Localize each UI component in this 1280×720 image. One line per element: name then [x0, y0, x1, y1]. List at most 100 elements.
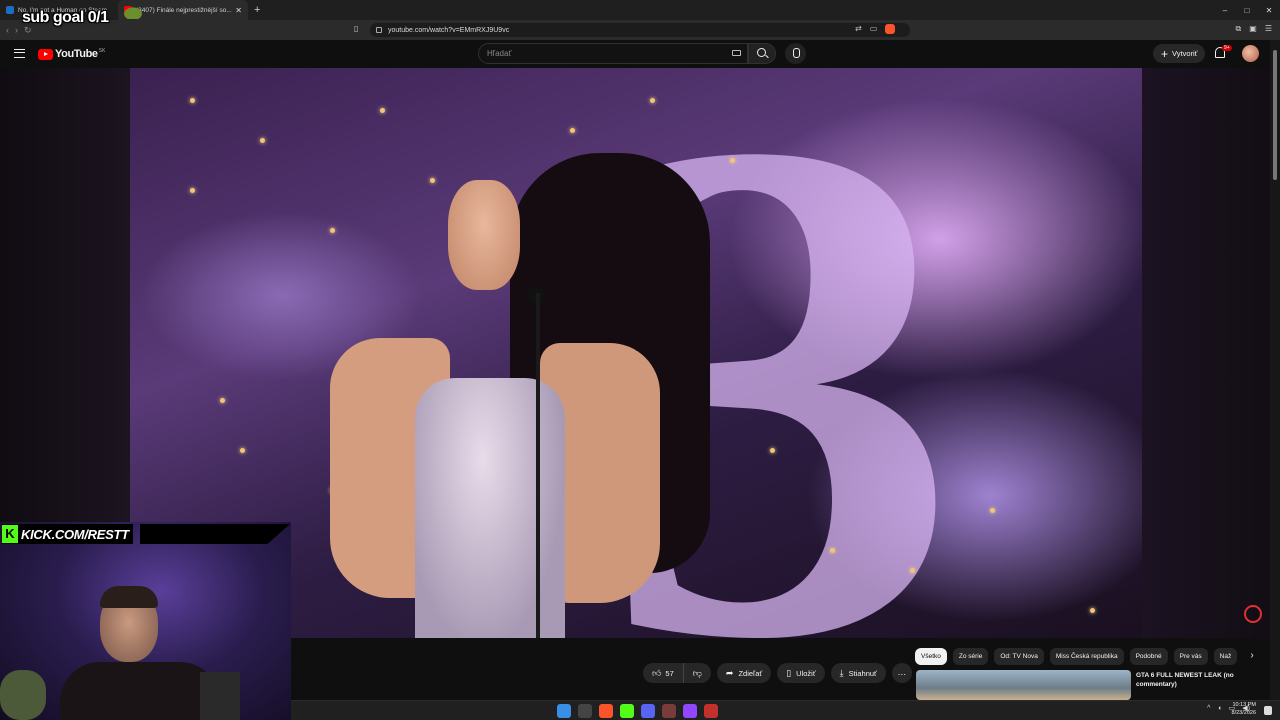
- frog-sticker-icon: [122, 6, 144, 19]
- sparkle: [260, 138, 265, 143]
- kick-banner: K KICK.COM/RESTT: [2, 524, 133, 544]
- url-field[interactable]: youtube.com/watch?v=EMmRXJ9U9vc: [370, 23, 910, 37]
- sparkle: [190, 188, 195, 193]
- tray-chevron-icon[interactable]: ^: [1207, 705, 1210, 712]
- search-placeholder: Hľadať: [487, 49, 512, 58]
- wallet-icon[interactable]: ▣: [1249, 24, 1257, 34]
- browser-tab-bar: No, I'm not a Human on Steam (3407) Finá…: [0, 0, 1280, 20]
- scrollbar-thumb[interactable]: [1273, 50, 1277, 180]
- bookmark-save-icon: ▯: [786, 667, 792, 678]
- youtube-wordmark: YouTube: [55, 48, 98, 60]
- chip-more[interactable]: Naž: [1213, 648, 1238, 665]
- maximize-button[interactable]: □: [1236, 6, 1258, 15]
- twitch-icon[interactable]: [683, 704, 697, 718]
- search-button[interactable]: [748, 43, 776, 64]
- task-view-icon[interactable]: [578, 704, 592, 718]
- sub-goal-overlay: sub goal 0/1: [22, 9, 109, 26]
- microphone-tray-icon[interactable]: ◖: [1217, 705, 1221, 712]
- sparkle: [830, 548, 835, 553]
- discord-icon[interactable]: [641, 704, 655, 718]
- site-info-icon[interactable]: [376, 27, 382, 33]
- cast-icon[interactable]: ▭: [870, 24, 878, 34]
- back-icon[interactable]: ‹: [6, 25, 9, 36]
- dislike-button[interactable]: 👎︎: [684, 663, 711, 683]
- chip-topic[interactable]: Miss Česká republika: [1049, 648, 1124, 665]
- kick-banner-bg: [140, 524, 290, 544]
- download-label: Stiahnuť: [848, 668, 877, 678]
- sparkle: [910, 568, 915, 573]
- recommendation-thumbnail[interactable]: [916, 670, 1131, 700]
- sparkle: [190, 98, 195, 103]
- page-scrollbar[interactable]: [1270, 40, 1280, 700]
- thumbs-down-icon: 👎︎: [692, 667, 702, 678]
- kick-logo-icon: K: [2, 525, 18, 543]
- window-controls: – □ ✕: [1214, 0, 1280, 20]
- steam-favicon-icon: [6, 6, 14, 14]
- recommendation-title[interactable]: GTA 6 FULL NEWEST LEAK (no commentary): [1136, 671, 1256, 689]
- sparkle: [330, 228, 335, 233]
- keyboard-icon[interactable]: [732, 50, 741, 56]
- youtube-logo[interactable]: YouTube SK: [38, 48, 105, 60]
- bookmark-icon[interactable]: ▯: [354, 24, 358, 33]
- share-button[interactable]: ➦ Zdieľať: [716, 663, 772, 683]
- chevron-right-icon[interactable]: ›: [1244, 648, 1260, 665]
- avatar[interactable]: [1242, 45, 1259, 62]
- plus-icon: +: [1161, 46, 1169, 61]
- sparkle: [730, 158, 735, 163]
- minimize-button[interactable]: –: [1214, 6, 1236, 15]
- hamburger-menu-icon[interactable]: [14, 49, 25, 58]
- chip-all[interactable]: Všetko: [915, 648, 947, 665]
- share-icon: ➦: [725, 667, 734, 678]
- presenter-face: [448, 180, 520, 290]
- kick-app-icon[interactable]: [620, 704, 634, 718]
- notification-center-icon[interactable]: [1264, 706, 1272, 715]
- share-label: Zdieľať: [738, 668, 763, 678]
- chip-related[interactable]: Podobné: [1129, 648, 1168, 665]
- kick-url: KICK.COM/RESTT: [21, 526, 129, 542]
- forward-icon[interactable]: ›: [15, 25, 18, 36]
- thumbs-up-icon: 👍︎: [652, 667, 662, 678]
- voice-search-button[interactable]: [785, 43, 806, 64]
- sparkle: [430, 178, 435, 183]
- sparkle: [1090, 608, 1095, 613]
- chip-series[interactable]: Zo série: [952, 648, 989, 665]
- sparkle: [990, 508, 995, 513]
- start-icon[interactable]: [557, 704, 571, 718]
- chip-for-you[interactable]: Pre vás: [1173, 648, 1208, 665]
- video-actions: 👍︎ 57 👎︎ ➦ Zdieľať ▯ Uložiť ⤓ Stiahnuť …: [643, 663, 912, 683]
- streamer-hair: [100, 586, 158, 608]
- notification-badge: 9+: [1222, 45, 1232, 51]
- extensions-icon[interactable]: ⧉: [1236, 24, 1242, 34]
- sparkle: [380, 108, 385, 113]
- translate-icon[interactable]: ⇄: [855, 24, 862, 34]
- streamer-webcam: K KICK.COM/RESTT: [0, 522, 291, 720]
- close-window-button[interactable]: ✕: [1258, 6, 1280, 15]
- youtube-header: YouTube SK Hľadať + Vytvoriť 9+: [0, 40, 1270, 68]
- region-code: SK: [98, 48, 106, 54]
- obs-icon[interactable]: [662, 704, 676, 718]
- record-circle-icon[interactable]: [1244, 605, 1262, 623]
- create-button[interactable]: + Vytvoriť: [1153, 44, 1206, 63]
- chip-channel[interactable]: Od: TV Nova: [994, 648, 1044, 665]
- browser-menu-icon[interactable]: ☰: [1265, 24, 1272, 34]
- brave-icon[interactable]: [599, 704, 613, 718]
- microphone-stand: [536, 293, 540, 638]
- map-pin-app-icon[interactable]: [704, 704, 718, 718]
- search-input[interactable]: Hľadať: [478, 43, 748, 64]
- close-tab-icon[interactable]: ✕: [235, 6, 242, 15]
- presenter-body: [250, 318, 730, 638]
- system-clock[interactable]: 10:13 PM 8/23/2026: [1232, 702, 1256, 718]
- like-button[interactable]: 👍︎ 57: [643, 663, 684, 683]
- download-button[interactable]: ⤓ Stiahnuť: [830, 663, 886, 683]
- streamer-body: [60, 662, 220, 720]
- brave-shields-icon[interactable]: [885, 24, 896, 34]
- more-actions-button[interactable]: …: [891, 663, 912, 683]
- save-button[interactable]: ▯ Uložiť: [777, 663, 825, 683]
- sparkle: [220, 398, 225, 403]
- sparkle: [770, 448, 775, 453]
- url-text: youtube.com/watch?v=EMmRXJ9U9vc: [388, 26, 510, 34]
- new-tab-button[interactable]: +: [248, 4, 266, 16]
- mascot-figure: [0, 670, 46, 720]
- clock-time: 10:13 PM: [1232, 702, 1256, 708]
- recommendation-chips: Všetko Zo série Od: TV Nova Miss Česká r…: [915, 648, 1265, 666]
